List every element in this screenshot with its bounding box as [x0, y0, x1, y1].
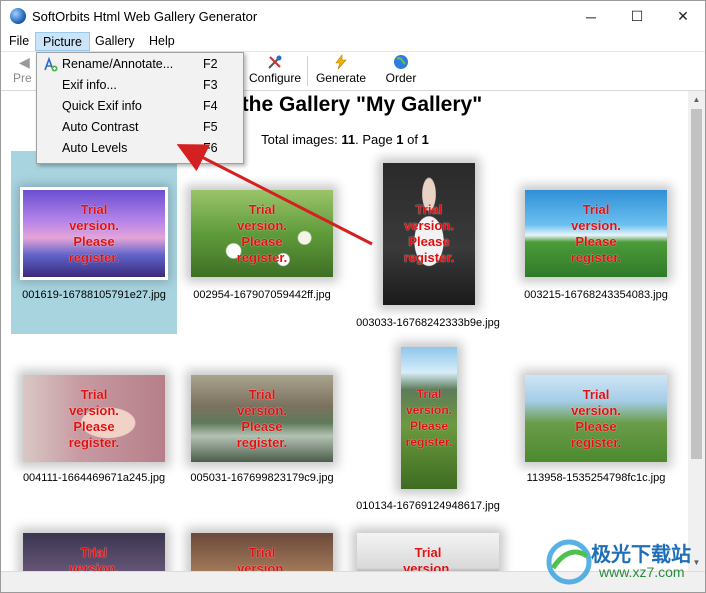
site-logo-icon: [546, 539, 592, 585]
menu-file[interactable]: File: [2, 32, 36, 51]
watermark: Trialversion.Pleaseregister.: [570, 387, 622, 450]
scroll-up-icon[interactable]: ▲: [688, 91, 705, 108]
gallery-item[interactable]: Trial version. Please register. 005031-1676…: [179, 335, 345, 515]
rename-annotate-icon: [43, 56, 58, 72]
gallery-item[interactable]: Trialversion.Pleaseregister.: [11, 517, 177, 571]
thumbnail: Trialversion.Pleaseregister.: [525, 190, 667, 277]
back-arrow-icon: ◀: [19, 54, 30, 70]
thumbnail-caption: 004111-1664469671a245.jpg: [22, 472, 166, 484]
thumbnail: Trialversion.Pleaseregister.: [401, 347, 457, 489]
menu-item-auto-levels[interactable]: Auto Levels F6: [37, 138, 243, 159]
scrollbar-thumb[interactable]: [691, 109, 702, 459]
maximize-button[interactable]: ☐: [614, 1, 660, 32]
gallery-item[interactable]: Trial version. Please register. 004111-1664…: [11, 335, 177, 515]
close-button[interactable]: ✕: [660, 1, 705, 32]
gallery-item[interactable]: Trialversion.Pleaseregister.: [179, 517, 345, 571]
watermark: Trialversion.Pleaseregister.: [236, 387, 288, 450]
site-logo: 极光下载站 www.xz7.com: [545, 536, 703, 588]
site-logo-url: www.xz7.com: [599, 564, 685, 580]
toolbar-separator: [307, 56, 308, 86]
thumbnail: Trialversion.Pleaseregister.: [191, 190, 333, 277]
gallery-item[interactable]: Trial version. Please register. 010134-1676…: [345, 335, 511, 515]
order-button[interactable]: Order: [381, 54, 421, 88]
gallery-item[interactable]: Trial version. Please register. 003215-1676…: [513, 151, 679, 334]
site-logo-text: 极光下载站: [591, 542, 691, 566]
thumbnail-caption: 005031-167699823179c9.jpg: [190, 472, 334, 484]
thumbnail: Trialversion.Pleaseregister.: [357, 533, 499, 571]
thumbnail: Trialversion.Pleaseregister.: [23, 533, 165, 571]
gallery-item[interactable]: Trial version. Please register. 113958-1535…: [513, 335, 679, 515]
gallery-item[interactable]: Trialversion.Pleaseregister.: [345, 517, 511, 571]
menu-help[interactable]: Help: [142, 32, 182, 51]
menu-item-exif-info[interactable]: Exif info... F3: [37, 75, 243, 96]
watermark: Trialversion.Pleaseregister.: [405, 387, 453, 449]
thumbnail: Trialversion.Pleaseregister.: [23, 190, 165, 277]
title-bar: SoftOrbits Html Web Gallery Generator ─ …: [1, 1, 705, 32]
menu-item-quick-exif-info[interactable]: Quick Exif info F4: [37, 96, 243, 117]
watermark: Trialversion.Pleaseregister.: [68, 202, 120, 265]
thumbnail-caption: 001619-16788105791e27.jpg: [22, 289, 166, 301]
menu-bar: File Picture Gallery Help: [1, 32, 705, 52]
gallery-item[interactable]: Trial version. Please register. 002954-1679…: [179, 151, 345, 334]
thumbnail: Trialversion.Pleaseregister.: [525, 375, 667, 462]
thumbnail-caption: 003215-16768243354083.jpg: [524, 289, 668, 301]
watermark: Trialversion.Pleaseregister.: [403, 545, 453, 571]
tools-icon: [267, 54, 283, 70]
window-title: SoftOrbits Html Web Gallery Generator: [32, 9, 258, 24]
watermark: Trialversion.Pleaseregister.: [69, 545, 119, 571]
minimize-button[interactable]: ─: [568, 1, 614, 32]
app-globe-icon: [10, 8, 26, 24]
gallery-item[interactable]: Trial version. Please register. 003033-1676…: [345, 151, 511, 334]
vertical-scrollbar[interactable]: ▲ ▼: [688, 91, 705, 571]
thumbnail-caption: 113958-1535254798fc1c.jpg: [526, 472, 666, 484]
thumbnail: Trialversion.Pleaseregister.: [191, 533, 333, 571]
picture-menu: Rename/Annotate... F2 Exif info... F3 Qu…: [36, 52, 244, 164]
thumbnail-caption: 010134-16769124948617.jpg: [356, 500, 500, 512]
thumbnail: Trialversion.Pleaseregister.: [23, 375, 165, 462]
watermark: Trialversion.Pleaseregister.: [403, 202, 455, 265]
watermark: Trialversion.Pleaseregister.: [236, 202, 288, 265]
generate-button[interactable]: Generate: [313, 54, 369, 88]
app-window: SoftOrbits Html Web Gallery Generator ─ …: [0, 0, 706, 593]
watermark: Trialversion.Pleaseregister.: [570, 202, 622, 265]
globe-icon: [393, 54, 409, 70]
thumbnail-caption: 002954-167907059442ff.jpg: [193, 289, 331, 301]
menu-gallery[interactable]: Gallery: [88, 32, 142, 51]
configure-button[interactable]: Configure: [247, 54, 303, 88]
thumbnail-caption: 003033-16768242333b9e.jpg: [356, 317, 500, 329]
menu-picture[interactable]: Picture: [35, 32, 90, 51]
watermark: Trialversion.Pleaseregister.: [68, 387, 120, 450]
thumbnail: Trialversion.Pleaseregister.: [383, 163, 475, 305]
menu-item-rename-annotate[interactable]: Rename/Annotate... F2: [37, 54, 243, 75]
lightning-icon: [333, 54, 349, 70]
thumbnail: Trialversion.Pleaseregister.: [191, 375, 333, 462]
watermark: Trialversion.Pleaseregister.: [237, 545, 287, 571]
gallery-item[interactable]: Trial version. Please register. 001619-1678…: [11, 151, 177, 334]
menu-item-auto-contrast[interactable]: Auto Contrast F5: [37, 117, 243, 138]
